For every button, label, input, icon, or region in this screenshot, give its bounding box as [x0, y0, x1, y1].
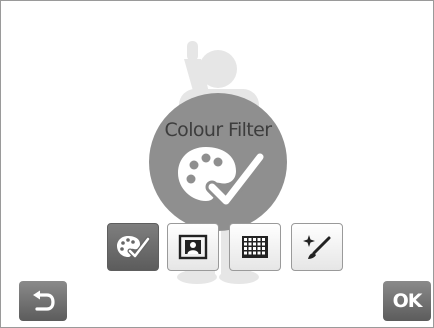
mode-selection-screen: Colour Filter OK: [0, 0, 434, 328]
palette-check-icon: [178, 147, 266, 208]
mode-title: Colour Filter: [164, 119, 273, 141]
palette-check-icon: [117, 236, 150, 259]
ok-button[interactable]: OK: [383, 281, 431, 321]
option-portrait-frame[interactable]: [167, 223, 219, 271]
ok-button-label: OK: [392, 290, 423, 312]
option-sparkle-brush[interactable]: [291, 223, 343, 271]
back-button[interactable]: [19, 281, 67, 321]
portrait-frame-icon: [178, 234, 208, 260]
option-colour-filter[interactable]: [107, 223, 159, 271]
grid-icon: [242, 236, 268, 258]
option-grid[interactable]: [229, 223, 281, 271]
back-arrow-icon: [33, 290, 55, 311]
sparkle-brush-icon: [303, 235, 331, 259]
